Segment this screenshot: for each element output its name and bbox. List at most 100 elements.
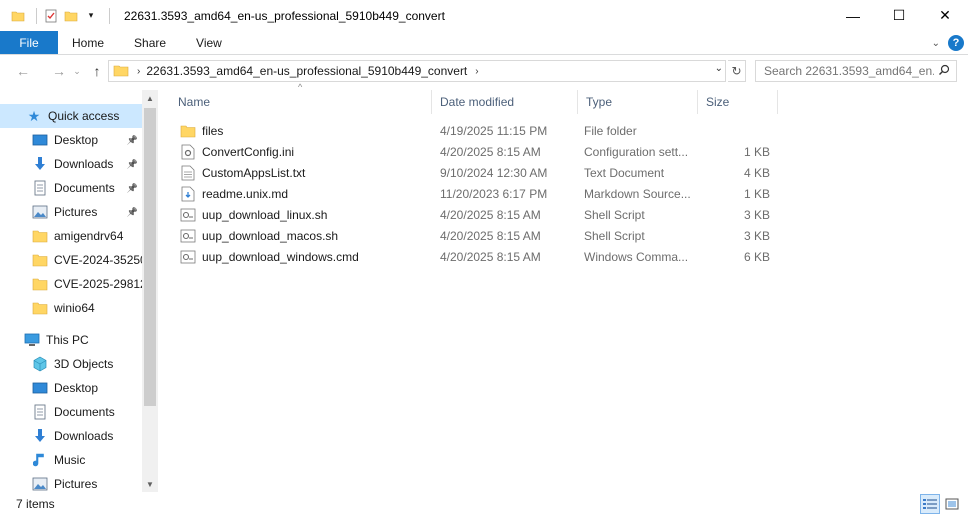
pin-icon[interactable]: 📌 — [127, 135, 138, 146]
title-bar: ▾ 22631.3593_amd64_en-us_professional_59… — [0, 0, 968, 31]
tab-view[interactable]: View — [180, 31, 236, 54]
maximize-button[interactable]: ☐ — [876, 0, 922, 31]
ribbon-tabs: File Home Share View ⌄ ? — [0, 31, 968, 55]
nav-item-amigendrv64[interactable]: amigendrv64 — [0, 224, 142, 248]
minimize-button[interactable]: — — [830, 0, 876, 31]
scroll-up-icon[interactable]: ▲ — [142, 90, 158, 106]
new-folder-icon[interactable] — [63, 8, 79, 24]
pin-icon[interactable]: 📌 — [127, 207, 138, 218]
back-button[interactable]: ← — [12, 60, 34, 82]
nav-item-pictures[interactable]: Pictures 📌 — [0, 200, 142, 224]
nav-label: CVE-2025-29812 — [54, 277, 142, 291]
breadcrumb-separator-icon[interactable]: › — [475, 66, 478, 77]
properties-icon[interactable] — [43, 8, 59, 24]
file-size: 1 KB — [743, 186, 770, 201]
close-button[interactable]: ✕ — [922, 0, 968, 31]
file-name: ConvertConfig.ini — [202, 144, 295, 159]
details-view-icon[interactable] — [920, 494, 940, 514]
folder-icon — [180, 123, 196, 139]
nav-item-cve-2024-35250[interactable]: CVE-2024-35250 — [0, 248, 142, 272]
file-row[interactable]: uup_download_macos.sh 4/20/2025 8:15 AM Sh… — [170, 225, 778, 246]
file-size: 1 KB — [743, 144, 770, 159]
search-box[interactable] — [755, 60, 957, 82]
up-button[interactable]: ↑ — [86, 60, 108, 82]
pin-icon[interactable]: 📌 — [127, 183, 138, 194]
folder-icon — [113, 63, 129, 80]
column-header-date[interactable]: Date modified — [432, 90, 578, 114]
view-switcher — [920, 494, 962, 514]
large-icons-view-icon[interactable] — [942, 494, 962, 514]
file-name-cell[interactable]: files — [180, 120, 430, 141]
column-header-name[interactable]: Name — [170, 90, 432, 114]
customize-toolbar-icon[interactable]: ▾ — [83, 8, 99, 24]
script-file-icon — [180, 228, 196, 244]
address-bar[interactable]: › 22631.3593_amd64_en-us_professional_59… — [108, 60, 726, 82]
file-name: readme.unix.md — [202, 186, 289, 201]
column-header-type[interactable]: Type — [578, 90, 698, 114]
markdown-file-icon — [180, 186, 196, 202]
nav-scrollbar[interactable]: ▲ ▼ — [142, 90, 158, 492]
file-date: 4/20/2025 8:15 AM — [440, 207, 541, 222]
column-header-size[interactable]: Size — [698, 90, 778, 114]
file-row[interactable]: CustomAppsList.txt 9/10/2024 12:30 AM Text… — [170, 162, 778, 183]
file-row[interactable]: uup_download_linux.sh 4/20/2025 8:15 AM Sh… — [170, 204, 778, 225]
pin-icon[interactable]: 📌 — [127, 159, 138, 170]
file-row[interactable]: uup_download_windows.cmd 4/20/2025 8:15 A… — [170, 246, 778, 267]
scrollbar-thumb[interactable] — [144, 108, 156, 406]
file-type: Shell Script — [584, 207, 645, 222]
breadcrumb-current[interactable]: 22631.3593_amd64_en-us_professional_5910… — [146, 64, 467, 78]
expand-ribbon-icon[interactable]: ⌄ — [932, 38, 940, 49]
music-icon — [32, 452, 48, 468]
downloads-icon — [32, 428, 48, 444]
file-name-cell[interactable]: ConvertConfig.ini — [180, 141, 430, 162]
nav-item-documents[interactable]: Documents 📌 — [0, 176, 142, 200]
scroll-down-icon[interactable]: ▼ — [142, 476, 158, 492]
nav-item-winio64[interactable]: winio64 — [0, 296, 142, 320]
file-name-cell[interactable]: uup_download_macos.sh — [180, 225, 430, 246]
nav-item-desktop[interactable]: Desktop — [0, 376, 142, 400]
nav-item-pictures[interactable]: Pictures — [0, 472, 142, 492]
file-row[interactable]: readme.unix.md 11/20/2023 6:17 PM Markdown… — [170, 183, 778, 204]
quick-access-toolbar: ▾ — [0, 0, 116, 31]
file-row[interactable]: files 4/19/2025 11:15 PM File folder — [170, 120, 778, 141]
nav-item-desktop[interactable]: Desktop 📌 — [0, 128, 142, 152]
file-name: uup_download_windows.cmd — [202, 249, 359, 264]
help-icon[interactable]: ? — [948, 35, 964, 51]
file-name-cell[interactable]: uup_download_windows.cmd — [180, 246, 430, 267]
ribbon-right-controls: ⌄ ? — [932, 31, 964, 55]
search-icon — [938, 64, 950, 79]
file-name-cell[interactable]: uup_download_linux.sh — [180, 204, 430, 225]
nav-item-downloads[interactable]: Downloads — [0, 424, 142, 448]
nav-item-3d-objects[interactable]: 3D Objects — [0, 352, 142, 376]
file-date: 4/20/2025 8:15 AM — [440, 144, 541, 159]
file-name-cell[interactable]: readme.unix.md — [180, 183, 430, 204]
file-type: Windows Comma... — [584, 249, 689, 264]
recent-locations-icon[interactable]: ⌄ — [70, 60, 84, 82]
config-file-icon — [180, 144, 196, 160]
nav-item-music[interactable]: Music — [0, 448, 142, 472]
documents-icon — [32, 404, 48, 420]
pictures-icon — [32, 204, 48, 220]
nav-item-downloads[interactable]: Downloads 📌 — [0, 152, 142, 176]
nav-item-cve-2025-29812[interactable]: CVE-2025-29812 — [0, 272, 142, 296]
tab-share[interactable]: Share — [118, 31, 180, 54]
file-size: 3 KB — [743, 228, 770, 243]
refresh-button[interactable]: ↻ — [728, 60, 746, 82]
nav-label: amigendrv64 — [54, 229, 124, 243]
nav-this-pc[interactable]: This PC — [0, 328, 142, 352]
tab-home[interactable]: Home — [58, 31, 118, 54]
nav-item-documents[interactable]: Documents — [0, 400, 142, 424]
file-row[interactable]: ConvertConfig.ini 4/20/2025 8:15 AM Config… — [170, 141, 778, 162]
file-name: uup_download_linux.sh — [202, 207, 328, 222]
file-name-cell[interactable]: CustomAppsList.txt — [180, 162, 430, 183]
nav-quick-access[interactable]: ★ Quick access — [0, 104, 142, 128]
forward-button[interactable]: → — [48, 60, 70, 82]
file-name: uup_download_macos.sh — [202, 228, 339, 243]
window-title: 22631.3593_amd64_en-us_professional_5910… — [124, 8, 445, 23]
address-dropdown-icon[interactable]: ⌄ — [715, 63, 723, 74]
tab-file[interactable]: File — [0, 31, 58, 54]
navigation-pane: ★ Quick access Desktop 📌 Downloads 📌 Documen… — [0, 90, 158, 492]
breadcrumb-separator-icon[interactable]: › — [137, 66, 140, 77]
search-input[interactable] — [764, 64, 934, 78]
computer-icon — [24, 332, 40, 348]
